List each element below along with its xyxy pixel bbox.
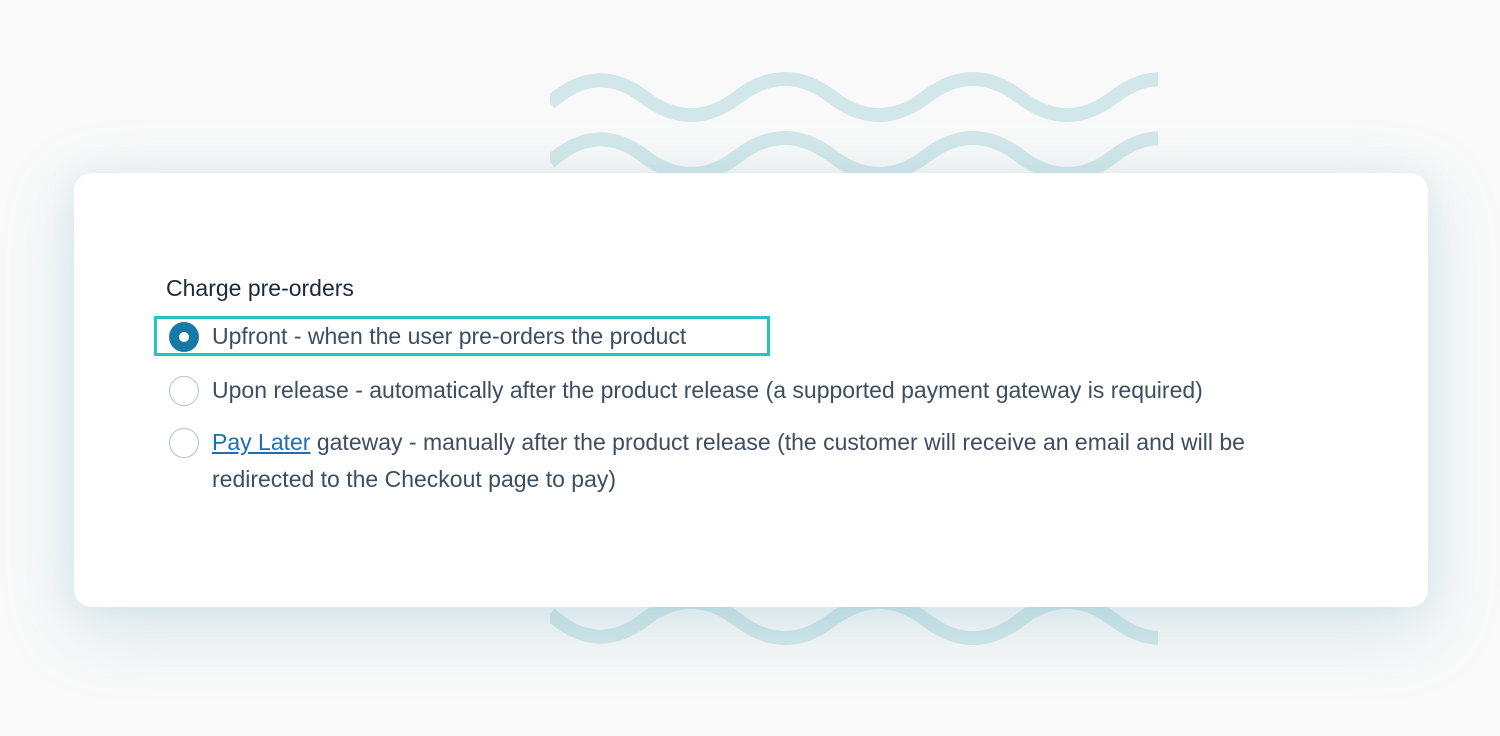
option-pay-later-label[interactable]: Pay Later gateway - manually after the p… — [212, 424, 1352, 498]
pay-later-link[interactable]: Pay Later — [212, 429, 310, 455]
option-upon-release-label[interactable]: Upon release - automatically after the p… — [212, 372, 1203, 409]
radio-pay-later[interactable] — [169, 428, 199, 458]
charge-preorders-heading: Charge pre-orders — [166, 275, 354, 301]
option-pay-later[interactable]: Pay Later gateway - manually after the p… — [154, 424, 1352, 498]
option-pay-later-text: gateway - manually after the product rel… — [212, 429, 1245, 492]
option-upfront[interactable]: Upfront - when the user pre-orders the p… — [154, 316, 770, 356]
wave-decoration-bottom — [550, 600, 1158, 645]
radio-upon-release[interactable] — [169, 376, 199, 406]
wave-decoration-top — [550, 72, 1158, 176]
radio-upfront-selected[interactable] — [169, 322, 199, 352]
option-upon-release[interactable]: Upon release - automatically after the p… — [154, 372, 1203, 409]
option-upfront-label[interactable]: Upfront - when the user pre-orders the p… — [212, 319, 686, 353]
settings-card: Charge pre-orders Upfront - when the use… — [74, 173, 1428, 607]
